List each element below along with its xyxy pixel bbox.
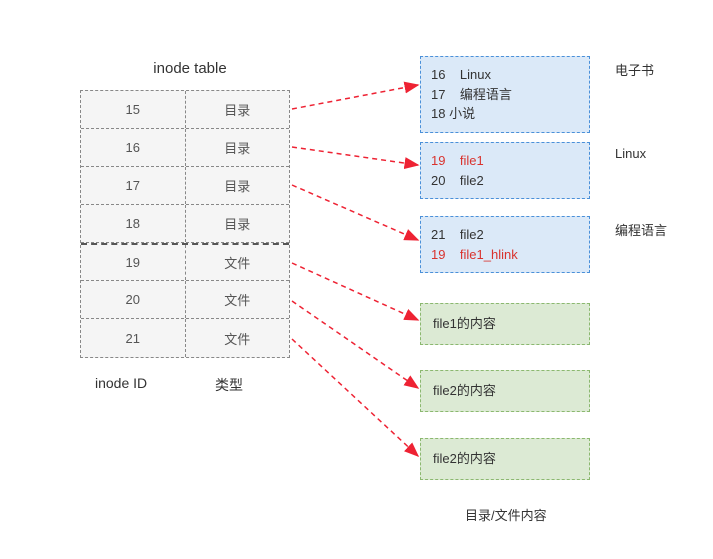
inode-id: 20 (81, 281, 186, 318)
inode-id-label: inode ID (95, 375, 147, 391)
dir-label-prog: 编程语言 (615, 220, 667, 239)
file-box-3: file2的内容 (420, 438, 590, 480)
dir-entry: 21 file2 (431, 225, 579, 245)
dir-label-ebook: 电子书 (615, 60, 654, 79)
file-box-2: file2的内容 (420, 370, 590, 412)
inode-row-18: 18 目录 (81, 205, 289, 243)
inode-row-21: 21 文件 (81, 319, 289, 357)
type-label: 类型 (215, 375, 243, 395)
file-box-1: file1的内容 (420, 303, 590, 345)
dir-entry: 17 编程语言 (431, 85, 579, 105)
dir-entry: 20 file2 (431, 171, 579, 191)
content-label: 目录/文件内容 (465, 505, 547, 524)
dir-label-linux: Linux (615, 146, 646, 161)
dir-entry: 19 file1 (431, 151, 579, 171)
inode-type: 目录 (186, 205, 290, 242)
inode-id: 17 (81, 167, 186, 204)
inode-type: 目录 (186, 167, 290, 204)
inode-row-20: 20 文件 (81, 281, 289, 319)
inode-id: 18 (81, 205, 186, 242)
dir-entry: 19 file1_hlink (431, 245, 579, 265)
dir-entry: 16 Linux (431, 65, 579, 85)
dir-box-ebook: 16 Linux 17 编程语言 18 小说 (420, 56, 590, 133)
inode-id: 21 (81, 319, 186, 357)
inode-type: 目录 (186, 91, 290, 128)
inode-type: 文件 (186, 319, 290, 357)
inode-row-17: 17 目录 (81, 167, 289, 205)
inode-type: 目录 (186, 129, 290, 166)
inode-table: 15 目录 16 目录 17 目录 18 目录 19 文件 20 文件 21 文… (80, 90, 290, 358)
inode-id: 19 (81, 245, 186, 280)
dir-box-linux: 19 file1 20 file2 (420, 142, 590, 199)
dir-box-prog: 21 file2 19 file1_hlink (420, 216, 590, 273)
inode-row-15: 15 目录 (81, 91, 289, 129)
dir-entry: 18 小说 (431, 104, 579, 124)
inode-type: 文件 (186, 281, 290, 318)
inode-id: 16 (81, 129, 186, 166)
inode-id: 15 (81, 91, 186, 128)
inode-type: 文件 (186, 245, 290, 280)
inode-row-19: 19 文件 (81, 243, 289, 281)
inode-table-title: inode table (130, 60, 250, 77)
inode-row-16: 16 目录 (81, 129, 289, 167)
